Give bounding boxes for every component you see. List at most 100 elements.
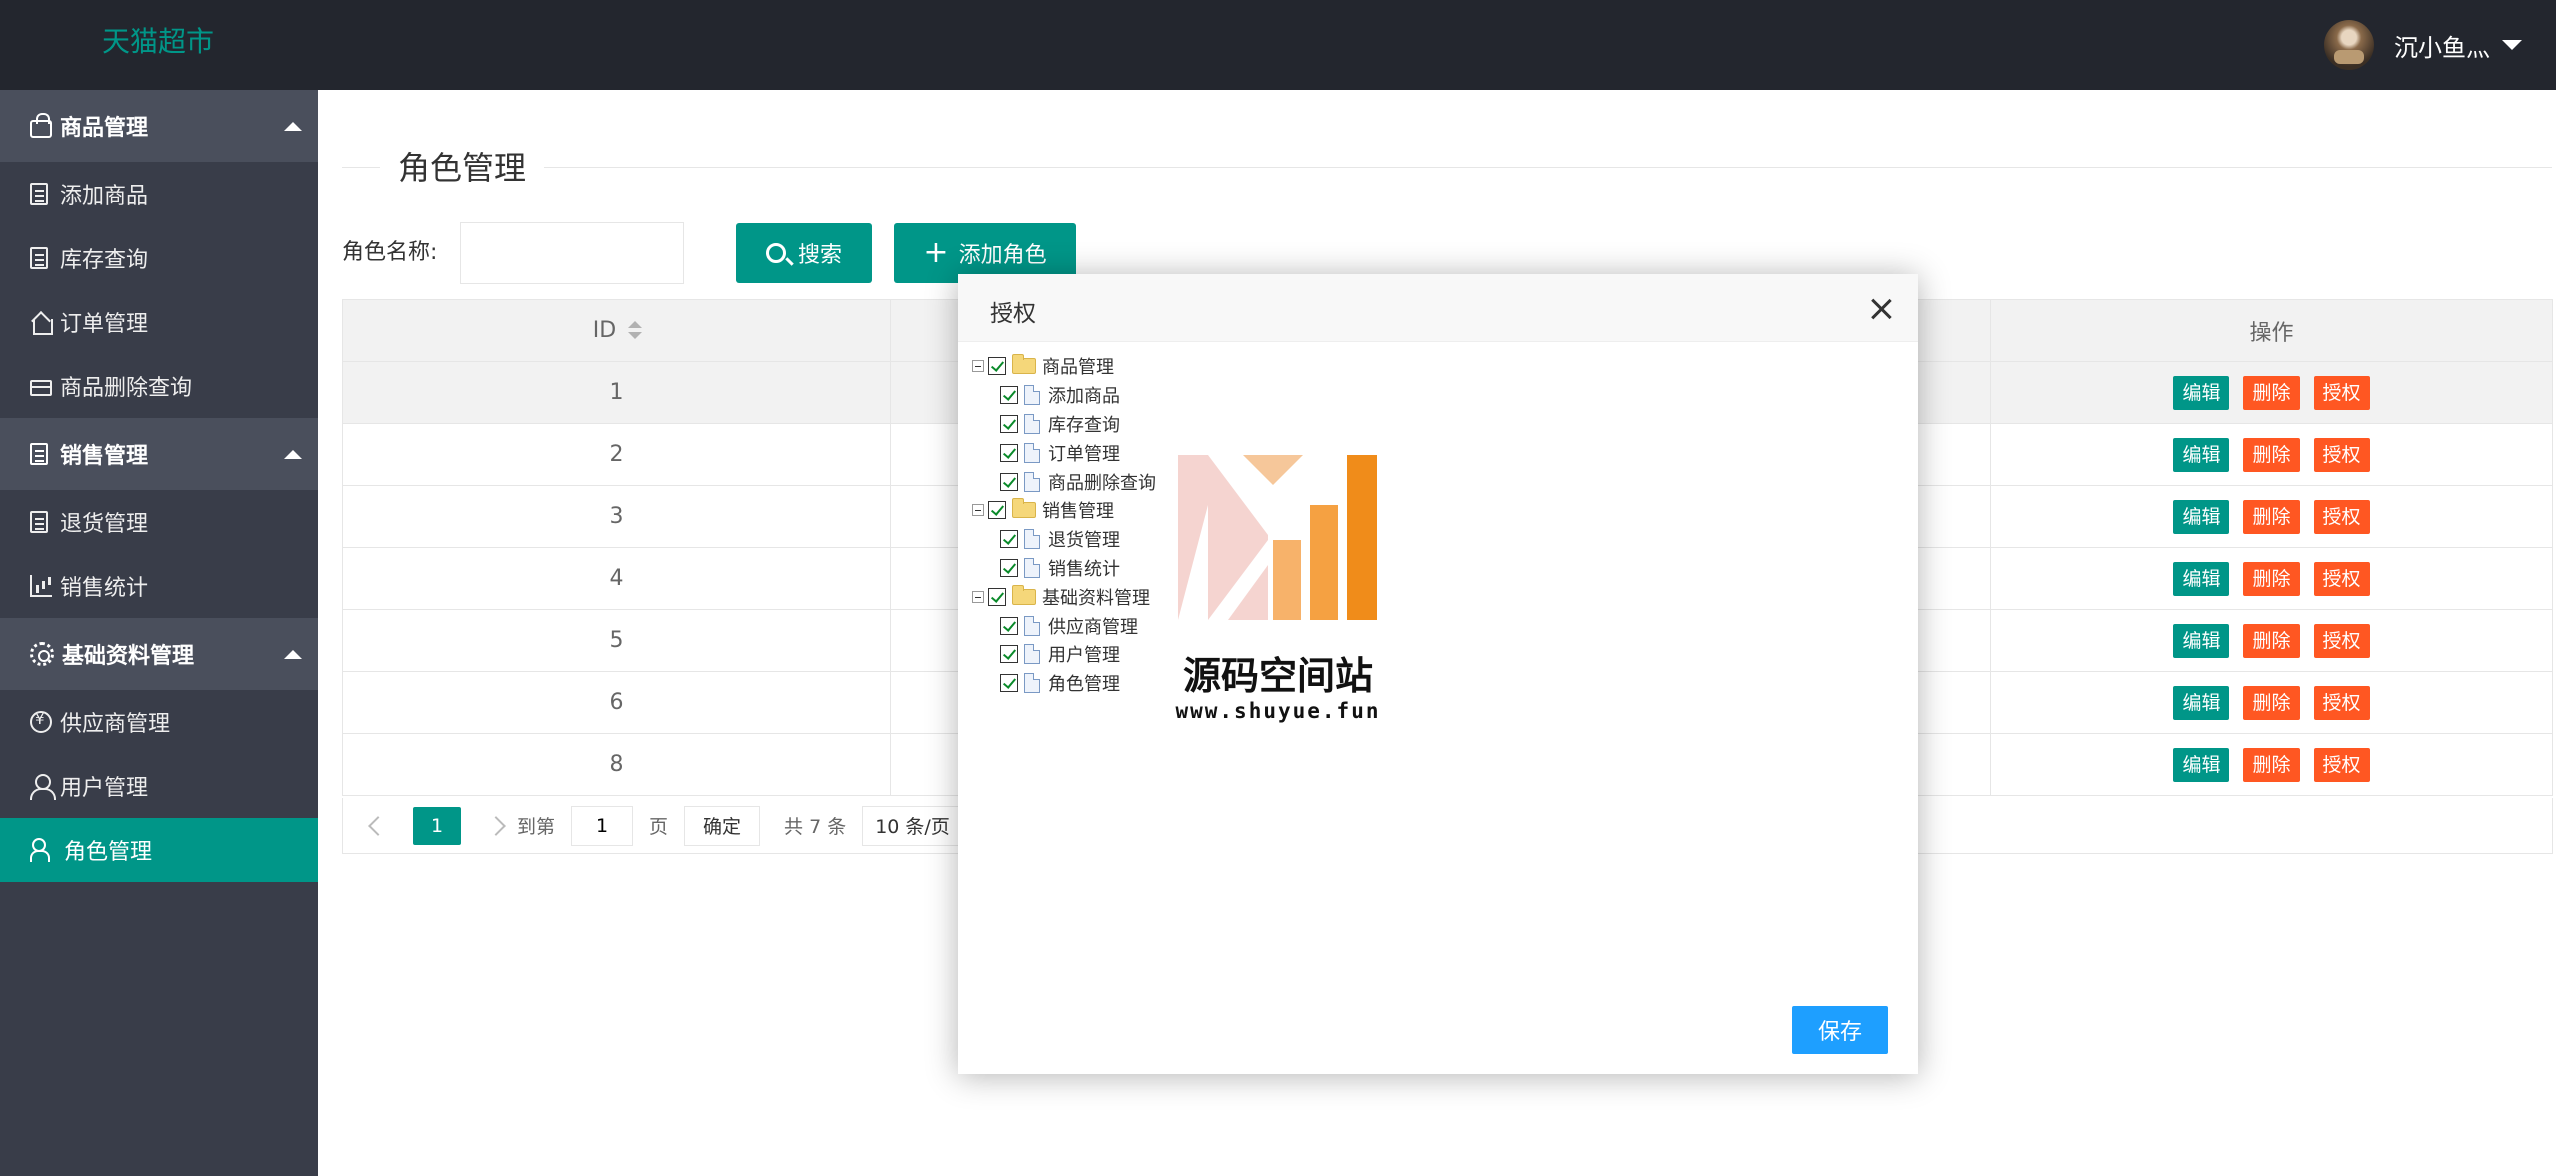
tree-node[interactable]: 退货管理 (972, 525, 1156, 554)
grant-button[interactable]: 授权 (2313, 499, 2370, 534)
user-menu[interactable]: 沉小鱼灬 (2324, 18, 2522, 72)
delete-button[interactable]: 删除 (2243, 623, 2300, 658)
sidebar-item-stock[interactable]: 库存查询 (0, 226, 318, 290)
checkbox-checked[interactable] (1000, 558, 1018, 577)
grant-button[interactable]: 授权 (2313, 375, 2370, 410)
tree-node-label[interactable]: 销售统计 (1048, 555, 1120, 581)
grant-dialog: 授权 商品管理 添加商品 库存查询 订单管理 商品删除查询 销售管理 退货管理 … (958, 274, 1918, 1074)
tree-node[interactable]: 订单管理 (972, 438, 1156, 467)
close-icon[interactable] (1870, 298, 1892, 320)
tree-node-label[interactable]: 用户管理 (1048, 641, 1120, 667)
edit-button[interactable]: 编辑 (2173, 623, 2230, 658)
checkbox-checked[interactable] (1000, 645, 1018, 664)
tree-node-label[interactable]: 销售管理 (1042, 497, 1114, 523)
edit-button[interactable]: 编辑 (2173, 747, 2230, 782)
file-icon (1024, 442, 1040, 463)
delete-button[interactable]: 删除 (2243, 375, 2300, 410)
delete-button[interactable]: 删除 (2243, 747, 2300, 782)
edit-button[interactable]: 编辑 (2173, 685, 2230, 720)
checkbox-checked[interactable] (1000, 616, 1018, 635)
tree-node-label[interactable]: 角色管理 (1048, 670, 1120, 696)
tree-node[interactable]: 角色管理 (972, 669, 1156, 698)
checkbox-checked[interactable] (1000, 443, 1018, 462)
app-logo[interactable]: 天猫超市 (102, 22, 214, 62)
tree-node-label[interactable]: 库存查询 (1048, 411, 1120, 437)
sidebar-item-deleted-goods[interactable]: 商品删除查询 (0, 354, 318, 418)
tree-node[interactable]: 商品删除查询 (972, 467, 1156, 496)
checkbox-checked[interactable] (988, 357, 1006, 376)
tree-node[interactable]: 添加商品 (972, 381, 1156, 410)
collapse-icon[interactable] (972, 360, 984, 373)
gear-icon (30, 642, 54, 666)
edit-button[interactable]: 编辑 (2173, 437, 2230, 472)
people-icon (30, 838, 56, 862)
column-id[interactable]: ID (342, 299, 891, 362)
sidebar-group-goods[interactable]: 商品管理 (0, 90, 318, 162)
tree-node-label[interactable]: 商品删除查询 (1048, 469, 1156, 495)
tree-node-label[interactable]: 基础资料管理 (1042, 584, 1150, 610)
cell-actions: 编辑 删除 授权 (1990, 423, 2553, 486)
file-icon (1024, 529, 1040, 550)
role-name-input[interactable] (460, 222, 684, 284)
goto-page-input[interactable] (571, 805, 634, 846)
tree-node[interactable]: 供应商管理 (972, 611, 1156, 640)
checkbox-checked[interactable] (1000, 674, 1018, 693)
grant-button[interactable]: 授权 (2313, 747, 2370, 782)
sidebar-item-sales-stats[interactable]: 销售统计 (0, 554, 318, 618)
edit-button[interactable]: 编辑 (2173, 375, 2230, 410)
tree-node[interactable]: 库存查询 (972, 410, 1156, 439)
goto-confirm-button[interactable]: 确定 (684, 805, 761, 846)
chevron-down-icon[interactable] (2502, 40, 2522, 50)
sidebar-item-orders[interactable]: 订单管理 (0, 290, 318, 354)
chevron-up-icon (284, 450, 302, 459)
delete-button[interactable]: 删除 (2243, 685, 2300, 720)
folder-icon (1012, 584, 1036, 605)
tree-node-label[interactable]: 供应商管理 (1048, 613, 1138, 639)
chevron-left-icon[interactable] (368, 815, 388, 836)
sidebar-item-suppliers[interactable]: 供应商管理 (0, 690, 318, 754)
tree-node[interactable]: 基础资料管理 (972, 582, 1156, 611)
tree-node[interactable]: 用户管理 (972, 640, 1156, 669)
sidebar-item-users[interactable]: 用户管理 (0, 754, 318, 818)
delete-button[interactable]: 删除 (2243, 561, 2300, 596)
tree-node-label[interactable]: 添加商品 (1048, 382, 1120, 408)
grant-button[interactable]: 授权 (2313, 623, 2370, 658)
delete-button[interactable]: 删除 (2243, 499, 2300, 534)
sidebar-group-basic-data[interactable]: 基础资料管理 (0, 618, 318, 690)
checkbox-checked[interactable] (1000, 472, 1018, 491)
grant-button[interactable]: 授权 (2313, 685, 2370, 720)
checkbox-checked[interactable] (1000, 386, 1018, 405)
grant-button[interactable]: 授权 (2313, 437, 2370, 472)
tree-node-label[interactable]: 订单管理 (1048, 440, 1120, 466)
user-name[interactable]: 沉小鱼灬 (2394, 28, 2490, 63)
edit-button[interactable]: 编辑 (2173, 561, 2230, 596)
chevron-right-icon[interactable] (486, 815, 506, 836)
checkbox-checked[interactable] (988, 587, 1006, 606)
sidebar-item-returns[interactable]: 退货管理 (0, 490, 318, 554)
search-button[interactable]: 搜索 (736, 223, 872, 283)
checkbox-checked[interactable] (988, 501, 1006, 520)
house-icon (30, 311, 53, 335)
avatar[interactable] (2324, 20, 2374, 70)
save-button[interactable]: 保存 (1792, 1006, 1888, 1054)
sidebar-group-sales[interactable]: 销售管理 (0, 418, 318, 490)
collapse-icon[interactable] (972, 590, 984, 603)
delete-button[interactable]: 删除 (2243, 437, 2300, 472)
tree-node[interactable]: 商品管理 (972, 352, 1156, 381)
sort-icon[interactable] (628, 321, 643, 341)
checkbox-checked[interactable] (1000, 530, 1018, 549)
sidebar-item-add-goods[interactable]: 添加商品 (0, 162, 318, 226)
collapse-icon[interactable] (972, 504, 984, 517)
tree-node-label[interactable]: 商品管理 (1042, 353, 1114, 379)
edit-button[interactable]: 编辑 (2173, 499, 2230, 534)
chevron-up-icon (284, 122, 302, 131)
tree-node[interactable]: 销售统计 (972, 554, 1156, 583)
tree-node[interactable]: 销售管理 (972, 496, 1156, 525)
page-current[interactable]: 1 (413, 806, 461, 845)
tree-node-label[interactable]: 退货管理 (1048, 526, 1120, 552)
sidebar-item-roles[interactable]: 角色管理 (0, 818, 318, 882)
goto-suffix: 页 (649, 816, 669, 838)
checkbox-checked[interactable] (1000, 414, 1018, 433)
page-size-select[interactable]: 10 条/页 (862, 805, 963, 846)
grant-button[interactable]: 授权 (2313, 561, 2370, 596)
